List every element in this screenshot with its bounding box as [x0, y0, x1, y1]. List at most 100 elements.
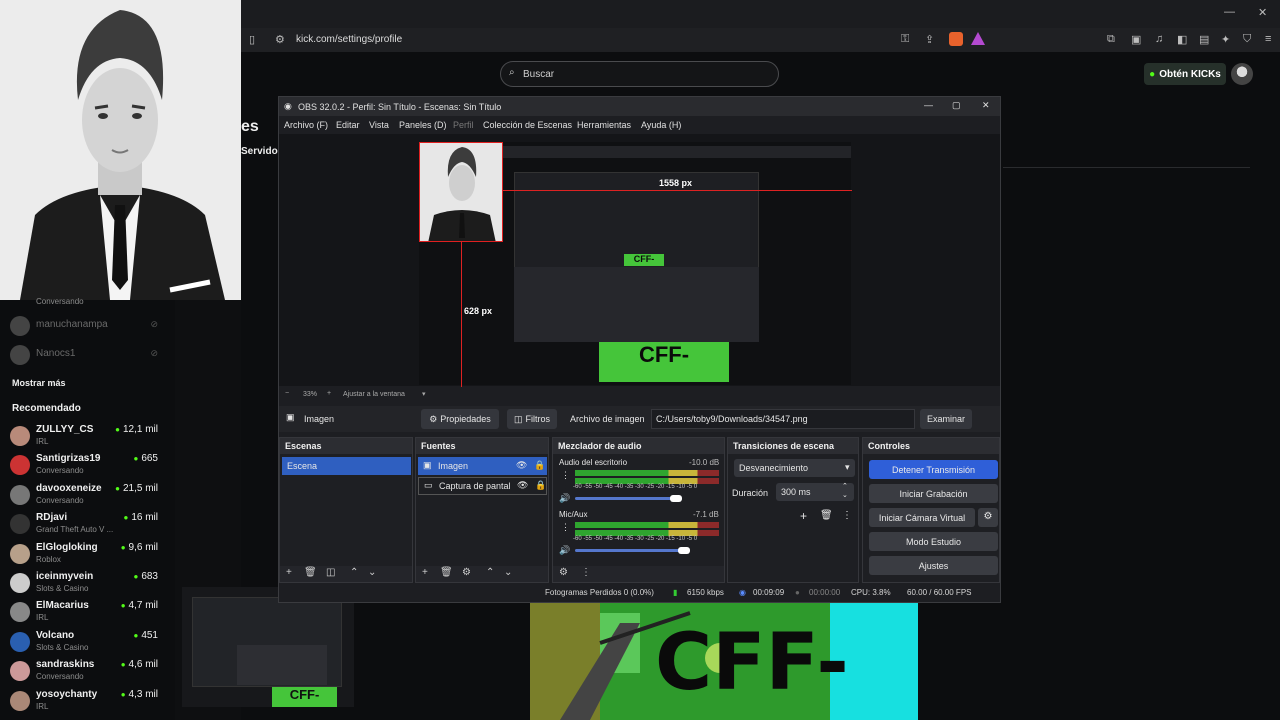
properties-button[interactable]: ⚙ Propiedades — [421, 409, 499, 429]
source-item-image[interactable]: ▣ Imagen 👁 🔒 — [418, 457, 547, 475]
kebab-icon[interactable]: ⋮ — [581, 567, 591, 578]
close-icon[interactable]: ✕ — [982, 100, 990, 111]
move-up-icon[interactable]: ⌃ — [350, 567, 358, 578]
volume-slider[interactable] — [575, 549, 685, 552]
menu-editar[interactable]: Editar — [336, 120, 360, 130]
recommended-channel[interactable]: VolcanoSlots & Casino 451 — [10, 628, 170, 656]
user-avatar[interactable] — [1231, 63, 1253, 85]
menu-perfil[interactable]: Perfil — [453, 120, 474, 130]
zoom-dropdown-icon[interactable]: ▾ — [422, 390, 426, 398]
close-window-icon[interactable]: ✕ — [1258, 6, 1267, 19]
chevron-down-icon[interactable]: ⌄ — [842, 491, 848, 499]
trash-icon[interactable]: 🗑 — [304, 567, 317, 578]
start-virtual-camera-button[interactable]: Iniciar Cámara Virtual — [869, 508, 975, 527]
recommended-channel[interactable]: ElGloglokingRoblox 9,6 mil — [10, 540, 170, 568]
menu-vista[interactable]: Vista — [369, 120, 389, 130]
trash-icon[interactable]: 🗑 — [440, 567, 453, 578]
filter-icon[interactable]: ◫ — [326, 567, 335, 578]
brave-rewards-icon[interactable] — [971, 32, 985, 45]
browse-button[interactable]: Examinar — [920, 409, 972, 429]
extensions-icon[interactable]: ⧉ — [1107, 33, 1115, 46]
filter-icon: ◫ — [513, 413, 523, 424]
advanced-audio-icon[interactable]: ⚙ — [559, 567, 568, 578]
zoom-in-icon[interactable]: + — [327, 390, 331, 397]
divider — [1003, 167, 1250, 168]
chevron-up-icon[interactable]: ⌃ — [842, 482, 848, 490]
add-icon[interactable]: + — [422, 567, 428, 578]
kebab-icon[interactable]: ⋮ — [842, 510, 852, 521]
stop-streaming-button[interactable]: Detener Transmisión — [869, 460, 998, 479]
recommended-channel[interactable]: davooxeneizeConversando 21,5 mil — [10, 481, 170, 509]
page-heading-fragment: es — [241, 118, 259, 135]
visibility-icon[interactable]: 👁 — [516, 460, 527, 471]
viewer-count: 4,3 mil — [121, 689, 158, 700]
recommended-channel[interactable]: sandraskinsConversando 4,6 mil — [10, 657, 170, 685]
wallet-icon[interactable]: ▤ — [1199, 33, 1209, 46]
followed-channel[interactable]: manuchanampa ⊘ — [10, 312, 170, 340]
key-icon[interactable]: ⚿ — [901, 33, 909, 46]
filters-button[interactable]: ◫ Filtros — [507, 409, 557, 429]
gear-icon[interactable]: ⚙ — [462, 567, 471, 578]
minimize-icon[interactable]: — — [1224, 6, 1235, 18]
sources-title: Fuentes — [416, 438, 548, 454]
lock-icon[interactable]: 🔒 — [535, 480, 546, 491]
followed-channel[interactable]: Nanocs1 ⊘ — [10, 341, 170, 369]
sidebar-toggle-icon[interactable]: ◧ — [1177, 33, 1187, 46]
zoom-out-icon[interactable]: − — [285, 390, 289, 397]
share-icon[interactable]: ⇪ — [925, 33, 934, 46]
media-icon[interactable]: ▣ — [1131, 33, 1141, 46]
image-file-path-input[interactable]: C:/Users/toby9/Downloads/34547.png — [651, 409, 915, 429]
menu-icon[interactable]: ≡ — [1265, 33, 1271, 45]
add-icon[interactable]: + — [800, 509, 807, 523]
trash-icon[interactable]: 🗑 — [820, 510, 833, 521]
menu-herramientas[interactable]: Herramientas — [577, 120, 631, 130]
maximize-icon[interactable]: ▢ — [952, 100, 961, 111]
menu-coleccion-escenas[interactable]: Colección de Escenas — [483, 120, 572, 130]
lock-icon[interactable]: 🔒 — [534, 460, 545, 471]
show-more-link[interactable]: Mostrar más — [12, 378, 66, 388]
bookmark-icon[interactable]: ▯ — [249, 33, 255, 46]
move-up-icon[interactable]: ⌃ — [486, 567, 494, 578]
menu-archivo[interactable]: Archivo (F) — [284, 120, 328, 130]
volume-slider[interactable] — [575, 497, 676, 500]
kebab-icon[interactable]: ⋮ — [561, 522, 570, 533]
search-input[interactable]: ⌕ Buscar — [500, 61, 779, 87]
recommended-channel[interactable]: yosoychantyIRL 4,3 mil — [10, 687, 170, 715]
menu-ayuda[interactable]: Ayuda (H) — [641, 120, 681, 130]
vpn-icon[interactable]: ⛉ — [1243, 33, 1251, 46]
fit-window-label[interactable]: Ajustar a la ventana — [343, 391, 405, 398]
volume-knob[interactable] — [669, 495, 682, 502]
duration-stepper[interactable]: 300 ms ⌃ ⌄ — [776, 483, 854, 501]
menu-paneles[interactable]: Paneles (D) — [399, 120, 447, 130]
studio-mode-button[interactable]: Modo Estudio — [869, 532, 998, 551]
kebab-icon[interactable]: ⋮ — [561, 470, 570, 481]
add-icon[interactable]: + — [286, 567, 292, 578]
obs-preview-canvas[interactable]: CFF- CFF- 1558 px 628 px — [279, 134, 1000, 387]
minimize-icon[interactable]: — — [924, 100, 933, 110]
move-down-icon[interactable]: ⌄ — [368, 567, 376, 578]
recommended-channel[interactable]: RDjaviGrand Theft Auto V ... 16 mil — [10, 510, 170, 538]
selected-image-source[interactable] — [419, 142, 503, 242]
visibility-icon[interactable]: 👁 — [517, 480, 528, 491]
speaker-icon[interactable]: 🔊 — [559, 493, 570, 504]
recommended-channel[interactable]: iceinmyvein Slots & Casino 683 — [10, 569, 170, 597]
brave-shield-icon[interactable] — [949, 32, 963, 46]
settings-button[interactable]: Ajustes — [869, 556, 998, 575]
scene-item[interactable]: Escena — [282, 457, 411, 475]
get-kicks-button[interactable]: ● Obtén KICKs — [1144, 63, 1226, 85]
volume-knob[interactable] — [678, 547, 691, 554]
viewer-count: 12,1 mil — [115, 424, 158, 435]
speaker-icon[interactable]: 🔊 — [559, 545, 570, 556]
start-recording-button[interactable]: Iniciar Grabación — [869, 484, 998, 503]
move-down-icon[interactable]: ⌄ — [504, 567, 512, 578]
source-item-screen-capture[interactable]: ▭ Captura de pantal 👁 🔒 — [418, 477, 547, 495]
transition-select[interactable]: Desvanecimiento ▾ — [734, 459, 855, 477]
ai-icon[interactable]: ✦ — [1221, 33, 1230, 46]
recommended-channel[interactable]: Santigrizas19Conversando 665 — [10, 451, 170, 479]
url-text[interactable]: kick.com/settings/profile — [296, 34, 402, 45]
site-settings-icon[interactable]: ⚙ — [275, 33, 285, 46]
virtual-camera-settings-icon[interactable]: ⚙ — [978, 508, 998, 527]
recommended-channel[interactable]: ElMacariusIRL 4,7 mil — [10, 598, 170, 626]
music-icon[interactable]: ♫ — [1155, 33, 1163, 45]
recommended-channel[interactable]: ZULLYY_CS IRL 12,1 mil — [10, 422, 170, 450]
